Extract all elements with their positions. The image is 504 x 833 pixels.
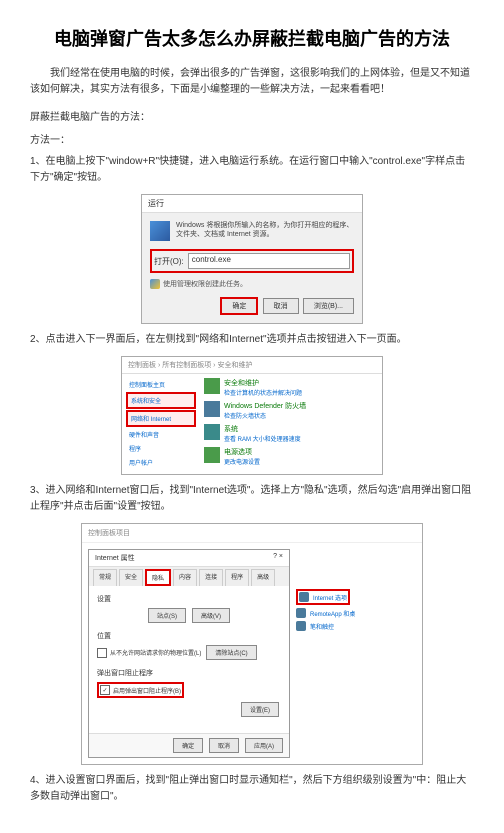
firewall-icon	[204, 401, 220, 417]
internet-properties-dialog: Internet 属性 ? × 常规 安全 隐私 内容 连接 程序 高级 设置	[88, 549, 290, 758]
io-right-label-0: Internet 选项	[313, 593, 347, 602]
run-title: 运行	[148, 199, 164, 208]
remote-icon	[296, 608, 306, 618]
io-location-check-label: 从不允许网站请求你的物理位置(L)	[110, 648, 201, 657]
run-browse-button[interactable]: 浏览(B)...	[303, 298, 354, 314]
cp-group-security[interactable]: 安全和维护	[224, 378, 302, 388]
cp-sidebar: 控制面板主页 系统和安全 网络和 Internet 硬件和声音 程序 用户帐户	[122, 374, 200, 474]
globe-icon	[299, 592, 309, 602]
io-right-remoteapp[interactable]: RemoteApp 和桌	[296, 608, 416, 618]
tab-content[interactable]: 内容	[173, 569, 197, 586]
internet-options-window: 控制面板项目 Internet 属性 ? × 常规 安全 隐私 内容 连接 程序…	[81, 523, 423, 765]
cp-sidebar-system-security[interactable]: 系统和安全	[126, 392, 196, 409]
io-settings-button[interactable]: 设置(E)	[241, 702, 279, 717]
run-titlebar: 运行	[142, 195, 362, 213]
figure-1-run-dialog: 运行 Windows 将根据你所输入的名称，为你打开相应的程序、文件夹、文档或 …	[30, 194, 474, 324]
cp-main: 安全和维护 检查计算机的状态并解决问题 Windows Defender 防火墙…	[200, 374, 382, 474]
run-input[interactable]: control.exe	[188, 253, 350, 269]
io-right-label-2: 笔和触控	[310, 622, 334, 631]
pen-icon	[296, 621, 306, 631]
step-3: 3、进入网络和Internet窗口后，找到"Internet选项"。选择上方"隐…	[30, 483, 474, 515]
page-title: 电脑弹窗广告太多怎么办屏蔽拦截电脑广告的方法	[30, 25, 474, 51]
control-panel-window: 控制面板 › 所有控制面板项 › 安全和维护 控制面板主页 系统和安全 网络和 …	[121, 356, 383, 475]
run-shield-text: 使用管理权限创建此任务。	[163, 279, 247, 289]
checkbox-popup[interactable]: ✓	[100, 685, 110, 695]
run-cancel-button[interactable]: 取消	[263, 298, 299, 314]
io-breadcrumb: 控制面板项目	[82, 524, 422, 543]
run-desc: Windows 将根据你所输入的名称，为你打开相应的程序、文件夹、文档或 Int…	[176, 221, 354, 241]
shield-icon	[150, 279, 160, 289]
run-open-label: 打开(O):	[154, 256, 184, 267]
step-4: 4、进入设置窗口界面后，找到"阻止弹出窗口时显示通知栏"，然后下方组织级别设置为…	[30, 773, 474, 805]
checkbox-location[interactable]	[97, 648, 107, 658]
io-right-label-1: RemoteApp 和桌	[310, 609, 355, 618]
step-2: 2、点击进入下一界面后，在左侧找到"网络和Internet"选项并点击按钮进入下…	[30, 332, 474, 348]
io-popup-label: 弹出窗口阻止程序	[97, 668, 281, 678]
power-icon	[204, 447, 220, 463]
cp-sidebar-hardware[interactable]: 硬件和声音	[126, 428, 196, 441]
cp-group-power-sub[interactable]: 更改电源设置	[224, 457, 260, 466]
tab-programs[interactable]: 程序	[225, 569, 249, 586]
cp-breadcrumb: 控制面板 › 所有控制面板项 › 安全和维护	[122, 357, 382, 374]
io-ok-button[interactable]: 确定	[173, 738, 203, 753]
cp-group-security-sub[interactable]: 检查计算机的状态并解决问题	[224, 388, 302, 397]
io-location-label: 位置	[97, 631, 281, 641]
io-cancel-button[interactable]: 取消	[209, 738, 239, 753]
tab-security[interactable]: 安全	[119, 569, 143, 586]
cp-sidebar-network-internet[interactable]: 网络和 Internet	[126, 410, 196, 427]
tab-general[interactable]: 常规	[93, 569, 117, 586]
figure-2-control-panel: 控制面板 › 所有控制面板项 › 安全和维护 控制面板主页 系统和安全 网络和 …	[30, 356, 474, 475]
cp-group-system-sub[interactable]: 查看 RAM 大小和处理器速度	[224, 434, 301, 443]
cp-sidebar-users[interactable]: 用户帐户	[126, 456, 196, 469]
io-settings-label: 设置	[97, 594, 281, 604]
close-icon[interactable]: ? ×	[273, 553, 283, 563]
cp-group-power[interactable]: 电源选项	[224, 447, 260, 457]
io-right-pen-touch[interactable]: 笔和触控	[296, 621, 416, 631]
cp-sidebar-programs[interactable]: 程序	[126, 442, 196, 455]
intro-text: 我们经常在使用电脑的时候，会弹出很多的广告弹窗，这很影响我们的上网体验，但是又不…	[30, 66, 474, 98]
cp-group-system[interactable]: 系统	[224, 424, 301, 434]
section-label: 屏蔽拦截电脑广告的方法：	[30, 108, 474, 123]
run-icon	[150, 221, 170, 241]
tab-connections[interactable]: 连接	[199, 569, 223, 586]
io-clear-button[interactable]: 清除站点(C)	[206, 645, 256, 660]
system-icon	[204, 424, 220, 440]
step-1: 1、在电脑上按下"window+R"快捷键，进入电脑运行系统。在运行窗口中输入"…	[30, 154, 474, 186]
cp-group-firewall-sub[interactable]: 检查防火墙状态	[224, 411, 306, 420]
cp-sidebar-home[interactable]: 控制面板主页	[126, 378, 196, 391]
method-label: 方法一：	[30, 131, 474, 146]
run-ok-button[interactable]: 确定	[220, 297, 258, 315]
io-apply-button[interactable]: 应用(A)	[245, 738, 283, 753]
cp-group-firewall[interactable]: Windows Defender 防火墙	[224, 401, 306, 411]
tab-advanced[interactable]: 高级	[251, 569, 275, 586]
io-right-panel: Internet 选项 RemoteApp 和桌 笔和触控	[296, 549, 416, 758]
flag-icon	[204, 378, 220, 394]
io-dialog-title: Internet 属性	[95, 553, 135, 563]
io-site-button[interactable]: 站点(S)	[148, 608, 186, 623]
io-popup-check-label: 启用弹出窗口阻止程序(B)	[113, 686, 181, 695]
io-right-internet-options[interactable]: Internet 选项	[296, 589, 350, 605]
run-dialog: 运行 Windows 将根据你所输入的名称，为你打开相应的程序、文件夹、文档或 …	[141, 194, 363, 324]
tab-privacy[interactable]: 隐私	[145, 569, 171, 586]
io-advanced-button[interactable]: 高级(V)	[192, 608, 230, 623]
io-tabs: 常规 安全 隐私 内容 连接 程序 高级	[89, 567, 289, 586]
figure-3-internet-options: 控制面板项目 Internet 属性 ? × 常规 安全 隐私 内容 连接 程序…	[30, 523, 474, 765]
